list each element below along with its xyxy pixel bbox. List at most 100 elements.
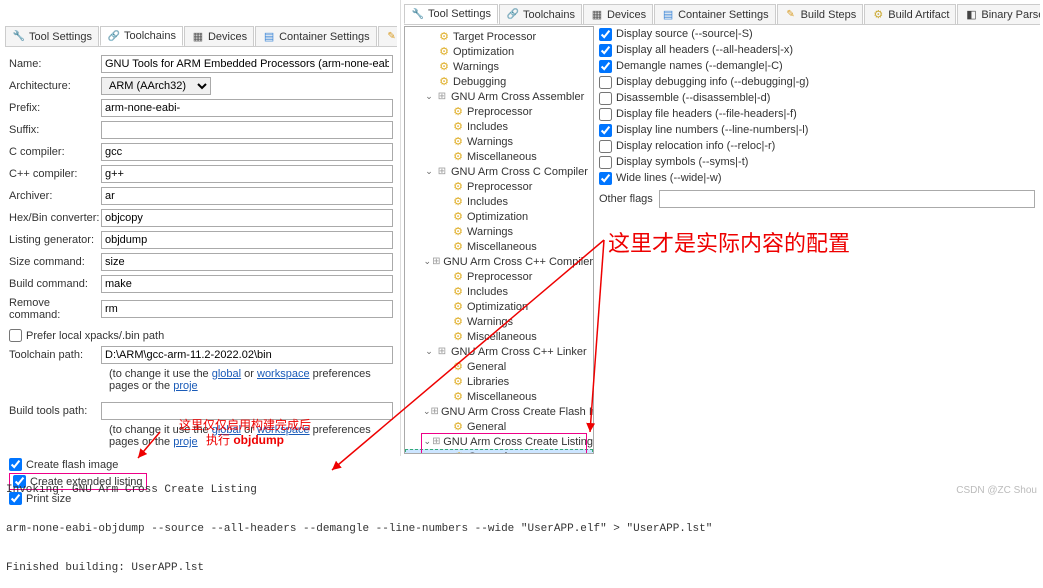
archiver-field[interactable] [101, 187, 393, 205]
expander-icon[interactable]: ⌄ [423, 91, 435, 102]
opt-disasm[interactable] [599, 92, 612, 105]
remove-label: Remove command: [9, 297, 101, 321]
tab-build-steps[interactable]: Build Steps [378, 26, 397, 46]
size-field[interactable] [101, 253, 393, 271]
opt-debug-info[interactable] [599, 76, 612, 89]
build-label: Build command: [9, 278, 101, 290]
size-label: Size command: [9, 256, 101, 268]
tree-cpp-misc[interactable]: Miscellaneous [405, 329, 593, 344]
gear-icon [451, 225, 465, 239]
container-icon [262, 30, 276, 44]
opt-reloc[interactable] [599, 140, 612, 153]
tab-toolchains[interactable]: Toolchains [100, 26, 183, 46]
tree-cpp-opt[interactable]: Optimization [405, 299, 593, 314]
toolchain-path-field[interactable] [101, 346, 393, 364]
left-tabstrip: Tool Settings Toolchains Devices Contain… [5, 25, 397, 47]
prefer-local-checkbox[interactable] [9, 329, 22, 342]
expander-icon[interactable]: ⌄ [423, 436, 431, 447]
opt-file-headers[interactable] [599, 108, 612, 121]
hex-field[interactable] [101, 209, 393, 227]
remove-field[interactable] [101, 300, 393, 318]
tree-link-libraries[interactable]: Libraries [405, 374, 593, 389]
tree-pane[interactable]: Target Processor Optimization Warnings D… [404, 26, 594, 454]
tree-linker[interactable]: ⌄GNU Arm Cross C++ Linker [405, 344, 593, 359]
tree-asm[interactable]: ⌄GNU Arm Cross Assembler [405, 89, 593, 104]
global-link[interactable]: global [212, 368, 241, 380]
gear-icon [451, 150, 465, 164]
gear-icon [451, 420, 465, 434]
build-field[interactable] [101, 275, 393, 293]
opt-demangle[interactable] [599, 60, 612, 73]
tree-c-includes[interactable]: Includes [405, 194, 593, 209]
options-pane: Display source (--source|-S) Display all… [599, 26, 1035, 208]
rtab-container-settings[interactable]: Container Settings [654, 4, 776, 24]
opt-syms[interactable] [599, 156, 612, 169]
other-flags-field[interactable] [659, 190, 1035, 208]
tree-asm-preproc[interactable]: Preprocessor [405, 104, 593, 119]
gear-icon [451, 330, 465, 344]
rtab-devices[interactable]: Devices [583, 4, 653, 24]
wrench-icon [411, 7, 425, 21]
prefix-field[interactable] [101, 99, 393, 117]
expander-icon[interactable]: ⌄ [423, 256, 431, 267]
ccomp-label: C compiler: [9, 146, 101, 158]
tree-debugging[interactable]: Debugging [405, 74, 593, 89]
tree-flash[interactable]: ⌄GNU Arm Cross Create Flash Image [405, 404, 593, 419]
listgen-label: Listing generator: [9, 234, 101, 246]
tab-tool-settings[interactable]: Tool Settings [5, 26, 99, 46]
artifact-icon [871, 8, 885, 22]
rtab-tool-settings[interactable]: Tool Settings [404, 4, 498, 24]
tree-c-opt[interactable]: Optimization [405, 209, 593, 224]
opt-all-headers[interactable] [599, 44, 612, 57]
tree-optimization[interactable]: Optimization [405, 44, 593, 59]
rtab-build-artifact[interactable]: Build Artifact [864, 4, 956, 24]
expander-icon[interactable]: ⌄ [423, 166, 435, 177]
tree-warnings[interactable]: Warnings [405, 59, 593, 74]
tree-c-misc[interactable]: Miscellaneous [405, 239, 593, 254]
cppcomp-field[interactable] [101, 165, 393, 183]
tab-container-settings[interactable]: Container Settings [255, 26, 377, 46]
opt-wide[interactable] [599, 172, 612, 185]
gear-icon [437, 45, 451, 59]
opt-line-numbers[interactable] [599, 124, 612, 137]
expander-icon[interactable]: ⌄ [423, 346, 435, 357]
gear-icon [451, 360, 465, 374]
tree-listing-general[interactable]: General [405, 449, 593, 454]
tree-cpp-warnings[interactable]: Warnings [405, 314, 593, 329]
tab-devices[interactable]: Devices [184, 26, 254, 46]
buildtools-path-label: Build tools path: [9, 405, 101, 417]
workspace-link[interactable]: workspace [257, 368, 310, 380]
wrench-icon [12, 30, 26, 44]
tree-cppcomp[interactable]: ⌄GNU Arm Cross C++ Compiler [405, 254, 593, 269]
rtab-toolchains[interactable]: Toolchains [499, 4, 582, 24]
rtab-build-steps[interactable]: Build Steps [777, 4, 864, 24]
device-icon [191, 30, 205, 44]
gear-icon [437, 60, 451, 74]
tree-ccomp[interactable]: ⌄GNU Arm Cross C Compiler [405, 164, 593, 179]
ccomp-field[interactable] [101, 143, 393, 161]
name-field[interactable] [101, 55, 393, 73]
name-label: Name: [9, 58, 101, 70]
arch-select[interactable]: ARM (AArch32) [101, 77, 211, 95]
tree-link-general[interactable]: General [405, 359, 593, 374]
tree-link-misc[interactable]: Miscellaneous [405, 389, 593, 404]
gear-icon [451, 105, 465, 119]
gear-icon [451, 195, 465, 209]
rtab-binary-parsers[interactable]: Binary Parsers [957, 4, 1040, 24]
tree-cpp-includes[interactable]: Includes [405, 284, 593, 299]
cppcomp-label: C++ compiler: [9, 168, 101, 180]
tree-target-processor[interactable]: Target Processor [405, 29, 593, 44]
tree-cpp-preproc[interactable]: Preprocessor [405, 269, 593, 284]
tree-asm-warnings[interactable]: Warnings [405, 134, 593, 149]
listgen-field[interactable] [101, 231, 393, 249]
suffix-field[interactable] [101, 121, 393, 139]
tree-listing[interactable]: ⌄GNU Arm Cross Create Listing [405, 434, 593, 449]
opt-source[interactable] [599, 28, 612, 41]
project-link[interactable]: proje [173, 380, 197, 392]
tree-asm-misc[interactable]: Miscellaneous [405, 149, 593, 164]
tree-asm-includes[interactable]: Includes [405, 119, 593, 134]
tree-c-warnings[interactable]: Warnings [405, 224, 593, 239]
tree-c-preproc[interactable]: Preprocessor [405, 179, 593, 194]
expander-icon[interactable]: ⌄ [423, 406, 431, 417]
tree-flash-general[interactable]: General [405, 419, 593, 434]
